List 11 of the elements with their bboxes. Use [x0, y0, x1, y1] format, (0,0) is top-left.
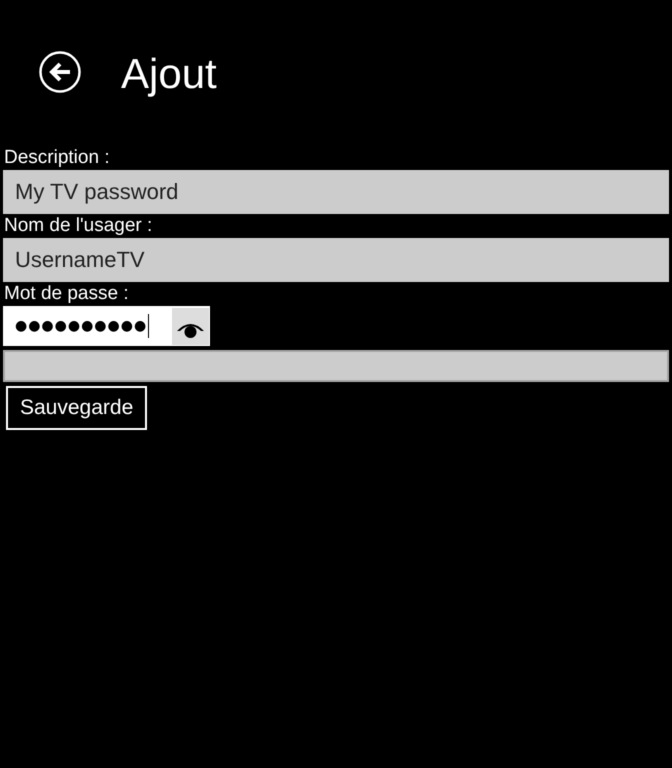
save-button[interactable]: Sauvegarde	[6, 386, 148, 430]
eye-icon[interactable]	[172, 308, 209, 344]
password-field[interactable]: ●●●●●●●●●●	[3, 306, 210, 346]
input-field[interactable]	[3, 350, 669, 382]
back-icon[interactable]	[39, 51, 81, 93]
input-field[interactable]: UsernameTV	[3, 238, 669, 282]
field-label: Mot de passe :	[4, 282, 129, 306]
page-title: Ajout	[121, 53, 217, 95]
input-field[interactable]: My TV password	[3, 170, 669, 214]
field-label: Description :	[4, 146, 110, 170]
field-label: Nom de l'usager :	[4, 214, 152, 238]
